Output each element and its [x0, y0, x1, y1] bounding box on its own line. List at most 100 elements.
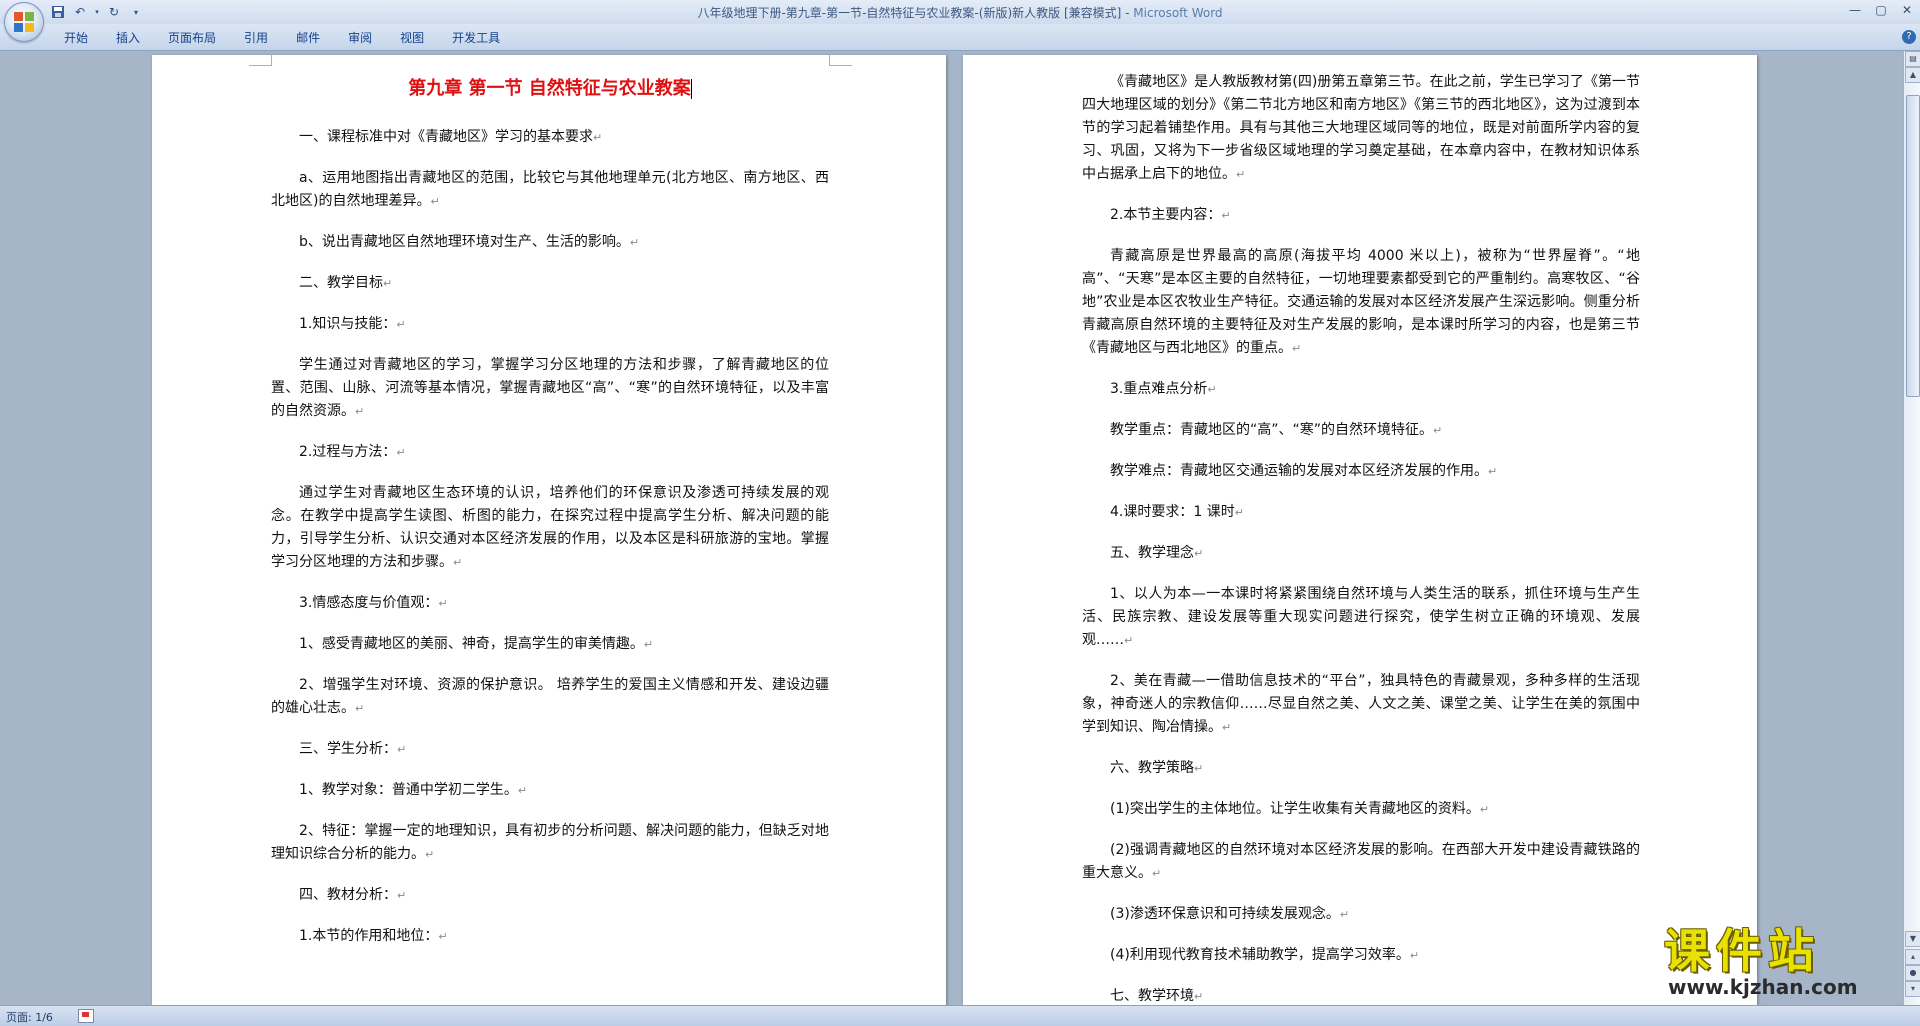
window-controls: — ▢ ✕: [1842, 0, 1920, 20]
page-2-paragraphs: 《青藏地区》是人教版教材第(四)册第五章第三节。在此之前，学生已学习了《第一节四…: [1082, 71, 1640, 1005]
paragraph-text: 七、教学环境: [1110, 988, 1194, 1004]
margin-corner-top-left: [249, 51, 272, 66]
next-page-icon[interactable]: ▾: [1905, 981, 1920, 997]
page-2-paragraph: 3.重点难点分析↵: [1082, 378, 1640, 401]
page-2-text: 《青藏地区》是人教版教材第(四)册第五章第三节。在此之前，学生已学习了《第一节四…: [1082, 71, 1640, 1005]
watermark-title: 课件站: [1664, 924, 1820, 978]
ribbon: 开始 插入 页面布局 引用 邮件 审阅 视图 开发工具 ?: [0, 24, 1920, 51]
ribbon-tabs: 开始 插入 页面布局 引用 邮件 审阅 视图 开发工具: [50, 29, 514, 47]
page-2[interactable]: 《青藏地区》是人教版教材第(四)册第五章第三节。在此之前，学生已学习了《第一节四…: [963, 55, 1757, 1005]
page-indicator[interactable]: 页面: 1/6: [6, 1009, 53, 1025]
page-1-text: 第九章 第一节 自然特征与农业教案 一、课程标准中对《青藏地区》学习的基本要求↵…: [271, 69, 829, 966]
margin-corner-top-right: [829, 51, 852, 66]
page-1[interactable]: 第九章 第一节 自然特征与农业教案 一、课程标准中对《青藏地区》学习的基本要求↵…: [152, 51, 946, 1005]
page-2-paragraph: 青藏高原是世界最高的高原(海拔平均 4000 米以上)，被称为“世界屋脊”。“地…: [1082, 245, 1640, 360]
paragraph-text: a、运用地图指出青藏地区的范围，比较它与其他地理单元(北方地区、南方地区、西北地…: [271, 170, 829, 209]
paragraph-text: 五、教学理念: [1110, 545, 1194, 561]
select-browse-object-icon[interactable]: ●: [1905, 965, 1920, 981]
tab-insert[interactable]: 插入: [102, 29, 154, 47]
tab-review[interactable]: 审阅: [334, 29, 386, 47]
paragraph-mark-icon: ↵: [425, 848, 435, 861]
office-logo-icon: [14, 12, 34, 32]
paragraph-mark-icon: ↵: [1236, 168, 1246, 181]
paragraph-text: 2、特征：掌握一定的地理知识，具有初步的分析问题、解决问题的能力，但缺乏对地理知…: [271, 823, 829, 862]
paragraph-text: 1、以人为本—一本课时将紧紧围绕自然环境与人类生活的联系，抓住环境与生产生活、民…: [1082, 586, 1640, 648]
page-2-paragraph: 六、教学策略↵: [1082, 757, 1640, 780]
page-2-paragraph: (2)强调青藏地区的自然环境对本区经济发展的影响。在西部大开发中建设青藏铁路的重…: [1082, 839, 1640, 885]
paragraph-mark-icon: ↵: [1152, 867, 1162, 880]
paragraph-text: 二、教学目标: [299, 275, 383, 291]
page-2-paragraph: (1)突出学生的主体地位。让学生收集有关青藏地区的资料。↵: [1082, 798, 1640, 821]
help-icon[interactable]: ?: [1902, 30, 1916, 44]
paragraph-mark-icon: ↵: [1292, 342, 1302, 355]
page-1-paragraph: 1、感受青藏地区的美丽、神奇，提高学生的审美情趣。↵: [271, 633, 829, 656]
page-1-paragraph: 四、教材分析：↵: [271, 884, 829, 907]
paragraph-mark-icon: ↵: [396, 318, 406, 331]
paragraph-mark-icon: ↵: [1433, 424, 1443, 437]
watermark-url: www.kjzhan.com: [1668, 975, 1858, 999]
paragraph-text: 2、美在青藏—一借助信息技术的“平台”，独具特色的青藏景观，多种多样的生活现象，…: [1082, 673, 1640, 735]
paragraph-mark-icon: ↵: [397, 889, 407, 902]
text-cursor: [690, 79, 692, 99]
page-2-paragraph: 2、美在青藏—一借助信息技术的“平台”，独具特色的青藏景观，多种多样的生活现象，…: [1082, 670, 1640, 739]
paragraph-text: (2)强调青藏地区的自然环境对本区经济发展的影响。在西部大开发中建设青藏铁路的重…: [1082, 842, 1640, 881]
paragraph-mark-icon: ↵: [643, 638, 654, 651]
paragraph-mark-icon: ↵: [1234, 506, 1244, 519]
page-2-paragraph: 五、教学理念↵: [1082, 542, 1640, 565]
paragraph-text: 2.本节主要内容：: [1110, 207, 1222, 223]
page-1-paragraph: 2.过程与方法：↵: [271, 441, 829, 464]
page-1-paragraph: 1.知识与技能：↵: [271, 313, 829, 336]
close-button[interactable]: ✕: [1894, 0, 1920, 20]
paragraph-mark-icon: ↵: [397, 743, 407, 756]
paragraph-text: 青藏高原是世界最高的高原(海拔平均 4000 米以上)，被称为“世界屋脊”。“地…: [1082, 248, 1640, 356]
minimize-button[interactable]: —: [1842, 0, 1868, 20]
tab-mailings[interactable]: 邮件: [282, 29, 334, 47]
paragraph-text: 通过学生对青藏地区生态环境的认识，培养他们的环保意识及渗透可持续发展的观念。在教…: [271, 485, 829, 570]
vertical-scrollbar[interactable]: ▤ ▲ ▼ ▴ ● ▾: [1903, 51, 1920, 1005]
scroll-down-icon[interactable]: ▼: [1905, 931, 1920, 947]
paragraph-mark-icon: ↵: [629, 236, 640, 249]
paragraph-mark-icon: ↵: [1222, 721, 1232, 734]
paragraph-mark-icon: ↵: [355, 702, 365, 715]
page-1-paragraph: 三、学生分析：↵: [271, 738, 829, 761]
paragraph-text: 1.知识与技能：: [299, 316, 397, 332]
page-1-paragraph: 2、特征：掌握一定的地理知识，具有初步的分析问题、解决问题的能力，但缺乏对地理知…: [271, 820, 829, 866]
maximize-button[interactable]: ▢: [1868, 0, 1894, 20]
paragraph-mark-icon: ↵: [517, 784, 528, 797]
paragraph-mark-icon: ↵: [430, 195, 440, 208]
tab-references[interactable]: 引用: [230, 29, 282, 47]
paragraph-mark-icon: ↵: [1409, 949, 1420, 962]
paragraph-text: 教学重点：青藏地区的“高”、“寒”的自然环境特征。: [1110, 422, 1434, 438]
page-2-paragraph: (3)渗透环保意识和可持续发展观念。↵: [1082, 903, 1640, 926]
proofing-icon[interactable]: [78, 1009, 94, 1023]
tab-view[interactable]: 视图: [386, 29, 438, 47]
paragraph-text: (4)利用现代教育技术辅助教学，提高学习效率。: [1110, 947, 1410, 963]
paragraph-text: 2.过程与方法：: [299, 444, 397, 460]
office-button[interactable]: [4, 2, 44, 42]
document-area: 第九章 第一节 自然特征与农业教案 一、课程标准中对《青藏地区》学习的基本要求↵…: [0, 51, 1904, 1005]
tab-home[interactable]: 开始: [50, 29, 102, 47]
paragraph-text: (1)突出学生的主体地位。让学生收集有关青藏地区的资料。: [1110, 801, 1480, 817]
app-name: Microsoft Word: [1133, 6, 1223, 20]
paragraph-text: 六、教学策略: [1110, 760, 1194, 776]
title-bar: ↶ ▾ ↻ ▾ 八年级地理下册-第九章-第一节-自然特征与农业教案-(新版)新人…: [0, 0, 1920, 42]
tab-developer[interactable]: 开发工具: [438, 29, 514, 47]
status-bar: 页面: 1/6: [0, 1005, 1920, 1026]
scrollbar-thumb[interactable]: [1906, 95, 1920, 397]
page-2-paragraph: 4.课时要求：1 课时↵: [1082, 501, 1640, 524]
scroll-up-icon[interactable]: ▲: [1905, 67, 1920, 83]
page-1-paragraph: 二、教学目标↵: [271, 272, 829, 295]
ruler-toggle-icon[interactable]: ▤: [1905, 51, 1920, 67]
paragraph-mark-icon: ↵: [1207, 383, 1217, 396]
page-2-paragraph: (4)利用现代教育技术辅助教学，提高学习效率。↵: [1082, 944, 1640, 967]
paragraph-text: 1.本节的作用和地位：: [299, 928, 439, 944]
paragraph-mark-icon: ↵: [1479, 803, 1490, 816]
paragraph-mark-icon: ↵: [1194, 762, 1204, 775]
previous-page-icon[interactable]: ▴: [1905, 949, 1920, 965]
window-title: 八年级地理下册-第九章-第一节-自然特征与农业教案-(新版)新人教版 [兼容模式…: [0, 4, 1920, 21]
paragraph-mark-icon: ↵: [1194, 547, 1204, 560]
paragraph-text: 1、感受青藏地区的美丽、神奇，提高学生的审美情趣。: [299, 636, 644, 652]
paragraph-text: 《青藏地区》是人教版教材第(四)册第五章第三节。在此之前，学生已学习了《第一节四…: [1082, 74, 1640, 182]
paragraph-text: 教学难点：青藏地区交通运输的发展对本区经济发展的作用。: [1110, 463, 1488, 479]
tab-page-layout[interactable]: 页面布局: [154, 29, 230, 47]
